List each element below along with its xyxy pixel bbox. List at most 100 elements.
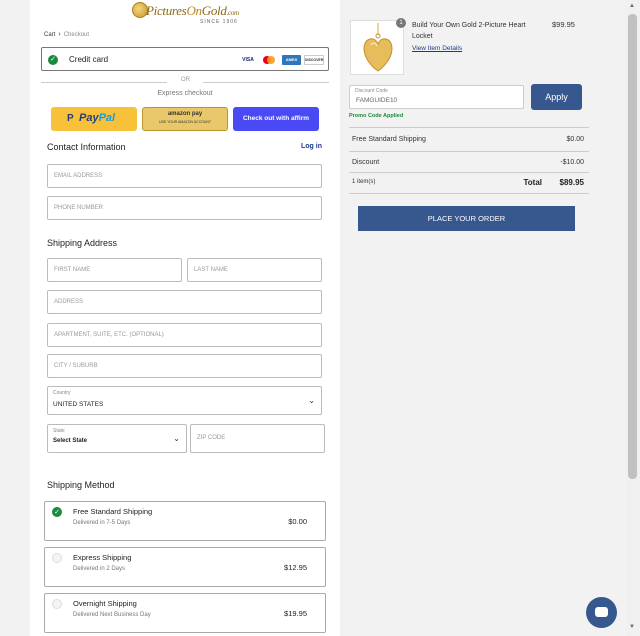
apartment-field[interactable]: APARTMENT, SUITE, ETC. (OPTIONAL) — [47, 323, 322, 347]
chat-button[interactable] — [586, 597, 617, 628]
divider — [349, 151, 589, 152]
first-name-placeholder: FIRST NAME — [54, 267, 91, 273]
email-field[interactable]: EMAIL ADDRESS — [47, 164, 322, 188]
amazon-pay-label: amazon pay — [167, 111, 203, 117]
state-value: Select State — [53, 438, 88, 444]
zip-placeholder: ZIP CODE — [197, 435, 226, 441]
chevron-right-icon: › — [58, 31, 61, 38]
shipping-option-price: $12.95 — [284, 563, 307, 572]
scroll-down-icon[interactable]: ▼ — [629, 624, 635, 630]
discover-icon: DISCOVER — [304, 55, 324, 65]
scrollbar[interactable]: ▲ ▼ — [626, 0, 640, 636]
breadcrumb: Cart › Checkout — [44, 31, 89, 38]
express-checkout-label: Express checkout — [157, 90, 213, 97]
scrollbar-thumb[interactable] — [628, 14, 637, 479]
login-link[interactable]: Log in — [301, 143, 322, 150]
shipping-address-heading: Shipping Address — [47, 238, 118, 248]
paypal-button[interactable]: P PayPal — [51, 107, 137, 131]
last-name-placeholder: LAST NAME — [194, 267, 228, 273]
mastercard-icon — [262, 55, 276, 65]
affirm-button[interactable]: Check out with affirm — [233, 107, 319, 131]
scroll-up-icon[interactable]: ▲ — [629, 3, 635, 9]
zip-field[interactable]: ZIP CODE — [190, 424, 325, 453]
shipping-option-name: Overnight Shipping — [73, 599, 137, 608]
shipping-option-overnight[interactable]: Overnight Shipping Delivered Next Busine… — [44, 593, 326, 633]
visa-icon: VISA — [240, 55, 256, 65]
summary-discount-value: -$10.00 — [560, 159, 584, 166]
shipping-option-express[interactable]: Express Shipping Delivered in 2 Days $12… — [44, 547, 326, 587]
summary-shipping-value: $0.00 — [566, 136, 584, 143]
divider — [349, 193, 589, 194]
logo-text-gold: Gold — [201, 3, 227, 18]
discount-code-value: FAMGUIDE10 — [356, 97, 398, 104]
breadcrumb-cart[interactable]: Cart — [44, 32, 55, 38]
summary-row-shipping: Free Standard Shipping $0.00 — [352, 136, 584, 143]
shipping-option-sub: Delivered in 2 Days — [73, 566, 126, 572]
item-title: Build Your Own Gold 2-Picture Heart Lock… — [412, 22, 526, 40]
logo-since: SINCE 1906 — [200, 19, 238, 25]
radio-icon[interactable] — [52, 599, 62, 609]
divider-line-left — [41, 82, 167, 83]
item-count-badge: 1 — [396, 18, 406, 28]
apartment-placeholder: APARTMENT, SUITE, ETC. (OPTIONAL) — [54, 332, 164, 338]
country-label: Country — [53, 390, 71, 396]
item-price: $99.95 — [552, 20, 575, 29]
discount-code-label: Discount Code — [355, 88, 388, 94]
order-summary-panel: 1 Build Your Own Gold 2-Picture Heart Lo… — [340, 0, 626, 636]
address-field[interactable]: ADDRESS — [47, 290, 322, 314]
checkout-form-panel: PicturesOnGold.com SINCE 1906 Cart › Check… — [30, 0, 340, 636]
or-divider: OR — [41, 77, 329, 87]
paypal-label-pay: Pay — [79, 112, 99, 124]
check-icon: ✓ — [52, 507, 62, 517]
amex-icon: AMEX — [282, 55, 301, 65]
first-name-field[interactable]: FIRST NAME — [47, 258, 182, 282]
breadcrumb-checkout: Checkout — [63, 32, 90, 38]
shipping-option-name: Express Shipping — [73, 553, 132, 562]
amazon-pay-sub: USE YOUR AMAZON ACCOUNT — [158, 120, 212, 124]
or-label: OR — [181, 77, 190, 83]
radio-icon[interactable] — [52, 553, 62, 563]
credit-card-option[interactable]: ✓ Credit card VISA AMEX DISCOVER — [41, 47, 329, 71]
chevron-down-icon: ⌄ — [308, 396, 315, 405]
shipping-method-heading: Shipping Method — [47, 480, 115, 490]
credit-card-label: Credit card — [69, 55, 109, 64]
summary-row-discount: Discount -$10.00 — [352, 159, 584, 166]
summary-shipping-label: Free Standard Shipping — [352, 136, 426, 143]
chat-bubble-icon — [595, 607, 608, 617]
brand-logo[interactable]: PicturesOnGold.com SINCE 1906 — [132, 2, 242, 26]
amazon-pay-button[interactable]: amazon pay USE YOUR AMAZON ACCOUNT — [142, 107, 228, 131]
divider-line-right — [203, 82, 329, 83]
country-select[interactable]: Country UNITED STATES ⌄ — [47, 386, 322, 415]
shipping-option-standard[interactable]: ✓ Free Standard Shipping Delivered in 7-… — [44, 501, 326, 541]
promo-applied-text: Promo Code Applied — [349, 113, 404, 119]
product-thumbnail[interactable]: 1 — [350, 18, 406, 75]
chevron-down-icon: ⌄ — [173, 434, 180, 443]
paypal-label-pal: Pal — [98, 112, 116, 124]
place-order-button[interactable]: PLACE YOUR ORDER — [358, 206, 575, 231]
discount-code-field[interactable]: Discount Code FAMGUIDE10 — [349, 85, 524, 109]
state-select[interactable]: State Select State ⌄ — [47, 424, 187, 453]
last-name-field[interactable]: LAST NAME — [187, 258, 322, 282]
divider — [349, 127, 589, 128]
apply-button[interactable]: Apply — [531, 84, 582, 110]
logo-text-pictures: Pictures — [146, 3, 187, 18]
total-label: Total — [523, 178, 542, 187]
summary-discount-label: Discount — [352, 159, 380, 166]
country-value: UNITED STATES — [53, 401, 104, 408]
phone-field[interactable]: PHONE NUMBER — [47, 196, 322, 220]
view-item-details-link[interactable]: View Item Details — [412, 45, 462, 52]
summary-row-total: 1 item(s) Total $89.95 — [352, 178, 584, 187]
city-field[interactable]: CITY / SUBURB — [47, 354, 322, 378]
contact-heading: Contact Information — [47, 142, 126, 152]
address-placeholder: ADDRESS — [54, 299, 84, 305]
city-placeholder: CITY / SUBURB — [54, 363, 98, 369]
shipping-option-sub: Delivered in 7-5 Days — [73, 520, 131, 526]
shipping-option-name: Free Standard Shipping — [73, 507, 153, 516]
total-value: $89.95 — [559, 178, 584, 187]
check-icon: ✓ — [48, 55, 58, 65]
phone-placeholder: PHONE NUMBER — [54, 205, 104, 211]
shipping-option-price: $19.95 — [284, 609, 307, 618]
shipping-option-price: $0.00 — [288, 517, 307, 526]
email-placeholder: EMAIL ADDRESS — [54, 173, 103, 179]
paypal-icon: P — [67, 113, 74, 124]
